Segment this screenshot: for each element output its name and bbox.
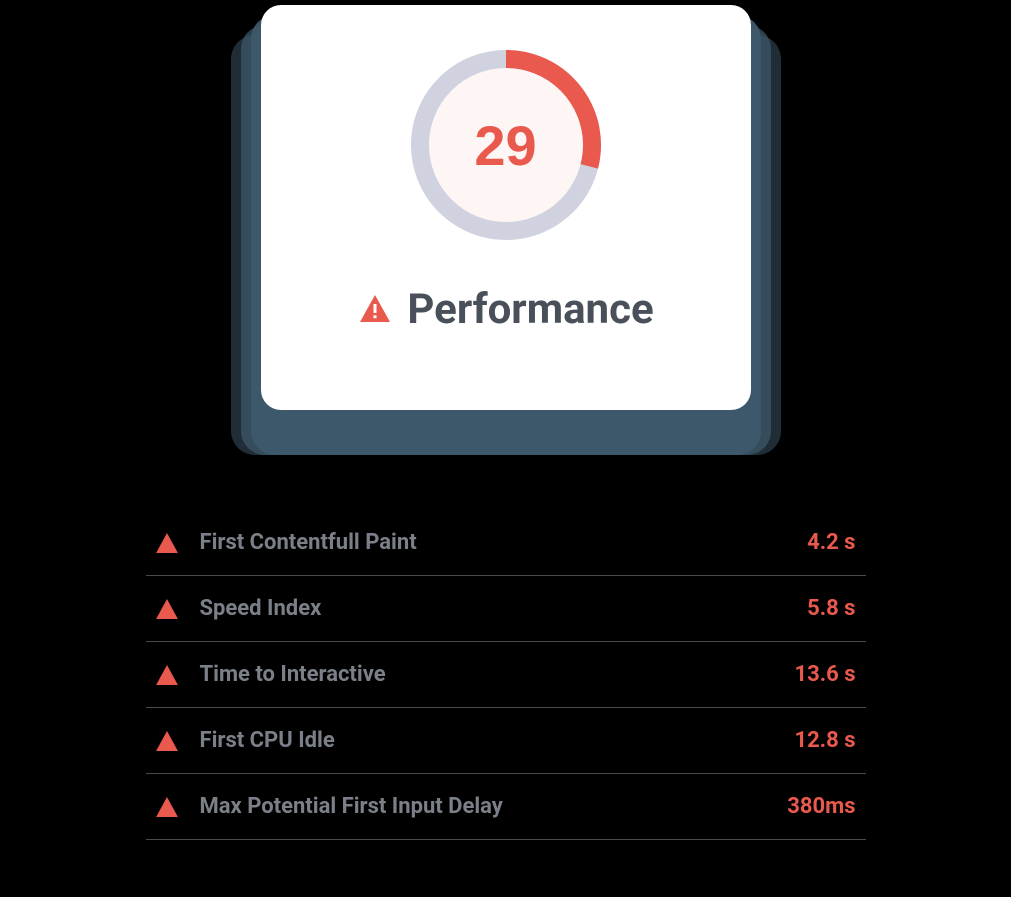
metric-label: First Contentfull Paint [200,530,808,555]
score-gauge: 29 [401,40,611,250]
warning-icon [156,599,178,619]
metric-label: Speed Index [200,596,808,621]
performance-score-card: 29 Performance [261,5,751,410]
warning-icon [156,533,178,553]
warning-icon [156,797,178,817]
metric-value: 13.6 s [794,662,855,687]
score-card-stack: 29 Performance [261,5,751,450]
metric-label: Time to Interactive [200,662,795,687]
metric-value: 380ms [787,794,855,819]
metric-row: First CPU Idle 12.8 s [146,708,866,774]
score-value: 29 [401,40,611,250]
metric-row: Speed Index 5.8 s [146,576,866,642]
metric-label: Max Potential First Input Delay [200,794,788,819]
metric-row: Time to Interactive 13.6 s [146,642,866,708]
metric-value: 5.8 s [807,596,855,621]
metric-label: First CPU Idle [200,728,795,753]
metric-value: 4.2 s [807,530,855,555]
card-title-row: Performance [357,285,653,334]
warning-icon [357,292,393,328]
metric-row: First Contentfull Paint 4.2 s [146,510,866,576]
metrics-list: First Contentfull Paint 4.2 s Speed Inde… [146,510,866,840]
metric-value: 12.8 s [794,728,855,753]
card-title: Performance [407,285,653,334]
metric-row: Max Potential First Input Delay 380ms [146,774,866,840]
warning-icon [156,665,178,685]
warning-icon [156,731,178,751]
